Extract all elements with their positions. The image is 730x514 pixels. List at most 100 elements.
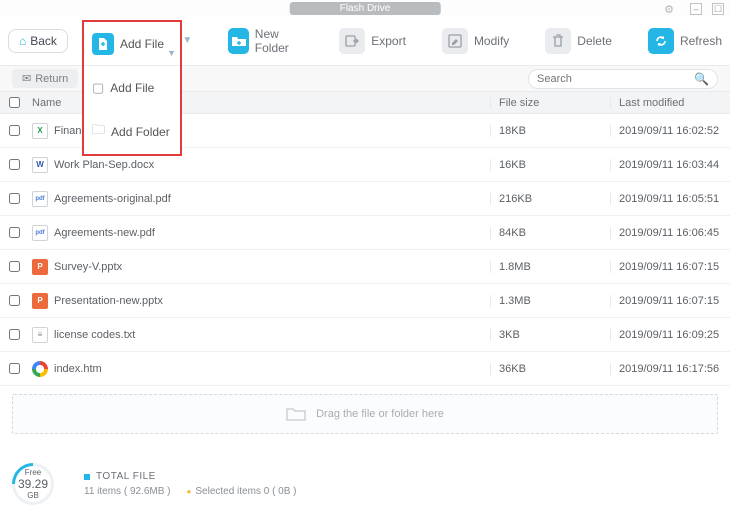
- folder-icon: [286, 406, 306, 422]
- file-date: 2019/09/11 16:17:56: [610, 363, 730, 375]
- file-size: 84KB: [490, 227, 610, 239]
- folder-icon: 🗀: [92, 121, 105, 143]
- storage-free-label: Free: [25, 468, 41, 477]
- dropdown-item-add-folder-label: Add Folder: [111, 125, 170, 139]
- table-row[interactable]: P Presentation-new.pptx 1.3MB2019/09/11 16…: [0, 284, 730, 318]
- row-checkbox[interactable]: [9, 363, 20, 374]
- search-icon: 🔍: [694, 72, 709, 86]
- row-checkbox[interactable]: [9, 227, 20, 238]
- minimize-button[interactable]: –: [690, 3, 702, 15]
- column-date[interactable]: Last modified: [610, 97, 730, 109]
- delete-icon: [545, 28, 571, 54]
- storage-free-value: 39.29: [18, 477, 48, 491]
- dropdown-add-file-header[interactable]: Add File ▼: [84, 22, 180, 66]
- storage-gauge: Free 39.29 GB: [12, 463, 54, 505]
- pptx-icon: P: [32, 293, 48, 309]
- pdf-icon: pdf: [32, 225, 48, 241]
- dropdown-add-file-header-label: Add File: [120, 37, 164, 51]
- table-row[interactable]: ≡ license codes.txt 3KB2019/09/11 16:09:25: [0, 318, 730, 352]
- add-file-dropdown: Add File ▼ ▢ Add File 🗀 Add Folder: [82, 20, 182, 156]
- table-row[interactable]: pdf Agreements-new.pdf 84KB2019/09/11 16:0…: [0, 216, 730, 250]
- return-label: Return: [35, 73, 68, 85]
- file-name: Work Plan-Sep.docx: [54, 159, 154, 171]
- drop-zone-text: Drag the file or folder here: [316, 408, 444, 420]
- file-size: 36KB: [490, 363, 610, 375]
- new-folder-button[interactable]: New Folder: [228, 27, 303, 55]
- file-name: Survey-V.pptx: [54, 261, 122, 273]
- table-row[interactable]: P Survey-V.pptx 1.8MB2019/09/11 16:07:15: [0, 250, 730, 284]
- docx-icon: W: [32, 157, 48, 173]
- file-size: 1.3MB: [490, 295, 610, 307]
- refresh-icon: [648, 28, 674, 54]
- row-checkbox[interactable]: [9, 193, 20, 204]
- refresh-label: Refresh: [680, 34, 722, 48]
- new-folder-label: New Folder: [255, 27, 303, 55]
- htm-icon: [32, 361, 48, 377]
- dropdown-item-add-file[interactable]: ▢ Add File: [84, 66, 180, 110]
- modify-button[interactable]: Modify: [442, 28, 509, 54]
- xlsx-icon: X: [32, 123, 48, 139]
- pptx-icon: P: [32, 259, 48, 275]
- table-row[interactable]: pdf Agreements-original.pdf 216KB2019/09/1…: [0, 182, 730, 216]
- file-date: 2019/09/11 16:02:52: [610, 125, 730, 137]
- file-name: index.htm: [54, 363, 102, 375]
- file-size: 16KB: [490, 159, 610, 171]
- delete-label: Delete: [577, 34, 612, 48]
- file-date: 2019/09/11 16:05:51: [610, 193, 730, 205]
- title-bar: Flash Drive ⚙ – ☐: [0, 0, 730, 16]
- export-button[interactable]: Export: [339, 28, 406, 54]
- status-bar: Free 39.29 GB TOTAL FILE 11 items ( 92.6…: [0, 457, 730, 511]
- total-items-text: 11 items ( 92.6MB ): [84, 486, 171, 497]
- row-checkbox[interactable]: [9, 159, 20, 170]
- file-date: 2019/09/11 16:07:15: [610, 295, 730, 307]
- file-name: Agreements-new.pdf: [54, 227, 155, 239]
- dropdown-item-add-file-label: Add File: [110, 81, 154, 95]
- file-date: 2019/09/11 16:03:44: [610, 159, 730, 171]
- return-button[interactable]: ✉ Return: [12, 69, 78, 88]
- back-label: Back: [30, 34, 57, 48]
- settings-icon[interactable]: ⚙: [664, 3, 674, 16]
- add-file-icon: [92, 33, 114, 55]
- return-icon: ✉: [22, 72, 31, 85]
- search-box[interactable]: 🔍: [528, 69, 718, 89]
- row-checkbox[interactable]: [9, 329, 20, 340]
- drop-zone[interactable]: Drag the file or folder here: [12, 394, 718, 434]
- pdf-icon: pdf: [32, 191, 48, 207]
- total-file-label: TOTAL FILE: [96, 471, 156, 482]
- chevron-down-icon: ▼: [167, 48, 176, 58]
- selected-items-text: Selected items 0 ( 0B ): [187, 486, 297, 497]
- select-all-checkbox[interactable]: [9, 97, 20, 108]
- row-checkbox[interactable]: [9, 295, 20, 306]
- column-size[interactable]: File size: [490, 97, 610, 109]
- row-checkbox[interactable]: [9, 261, 20, 272]
- maximize-button[interactable]: ☐: [712, 3, 724, 15]
- window-title: Flash Drive: [290, 2, 441, 15]
- file-size: 216KB: [490, 193, 610, 205]
- refresh-button[interactable]: Refresh: [648, 28, 722, 54]
- file-size: 18KB: [490, 125, 610, 137]
- back-button[interactable]: ⌂ Back: [8, 29, 68, 53]
- file-date: 2019/09/11 16:06:45: [610, 227, 730, 239]
- search-input[interactable]: [537, 73, 694, 85]
- file-icon: ▢: [92, 80, 104, 96]
- file-size: 1.8MB: [490, 261, 610, 273]
- total-file-bullet: [84, 474, 90, 480]
- table-row[interactable]: index.htm 36KB2019/09/11 16:17:56: [0, 352, 730, 386]
- file-name: license codes.txt: [54, 329, 135, 341]
- modify-icon: [442, 28, 468, 54]
- row-checkbox[interactable]: [9, 125, 20, 136]
- file-date: 2019/09/11 16:07:15: [610, 261, 730, 273]
- new-folder-icon: [228, 28, 249, 54]
- storage-free-unit: GB: [27, 491, 39, 500]
- delete-button[interactable]: Delete: [545, 28, 612, 54]
- file-size: 3KB: [490, 329, 610, 341]
- txt-icon: ≡: [32, 327, 48, 343]
- home-icon: ⌂: [19, 34, 26, 48]
- modify-label: Modify: [474, 34, 509, 48]
- file-name: Presentation-new.pptx: [54, 295, 163, 307]
- export-icon: [339, 28, 365, 54]
- file-date: 2019/09/11 16:09:25: [610, 329, 730, 341]
- file-name: Agreements-original.pdf: [54, 193, 171, 205]
- dropdown-item-add-folder[interactable]: 🗀 Add Folder: [84, 110, 180, 154]
- export-label: Export: [371, 34, 406, 48]
